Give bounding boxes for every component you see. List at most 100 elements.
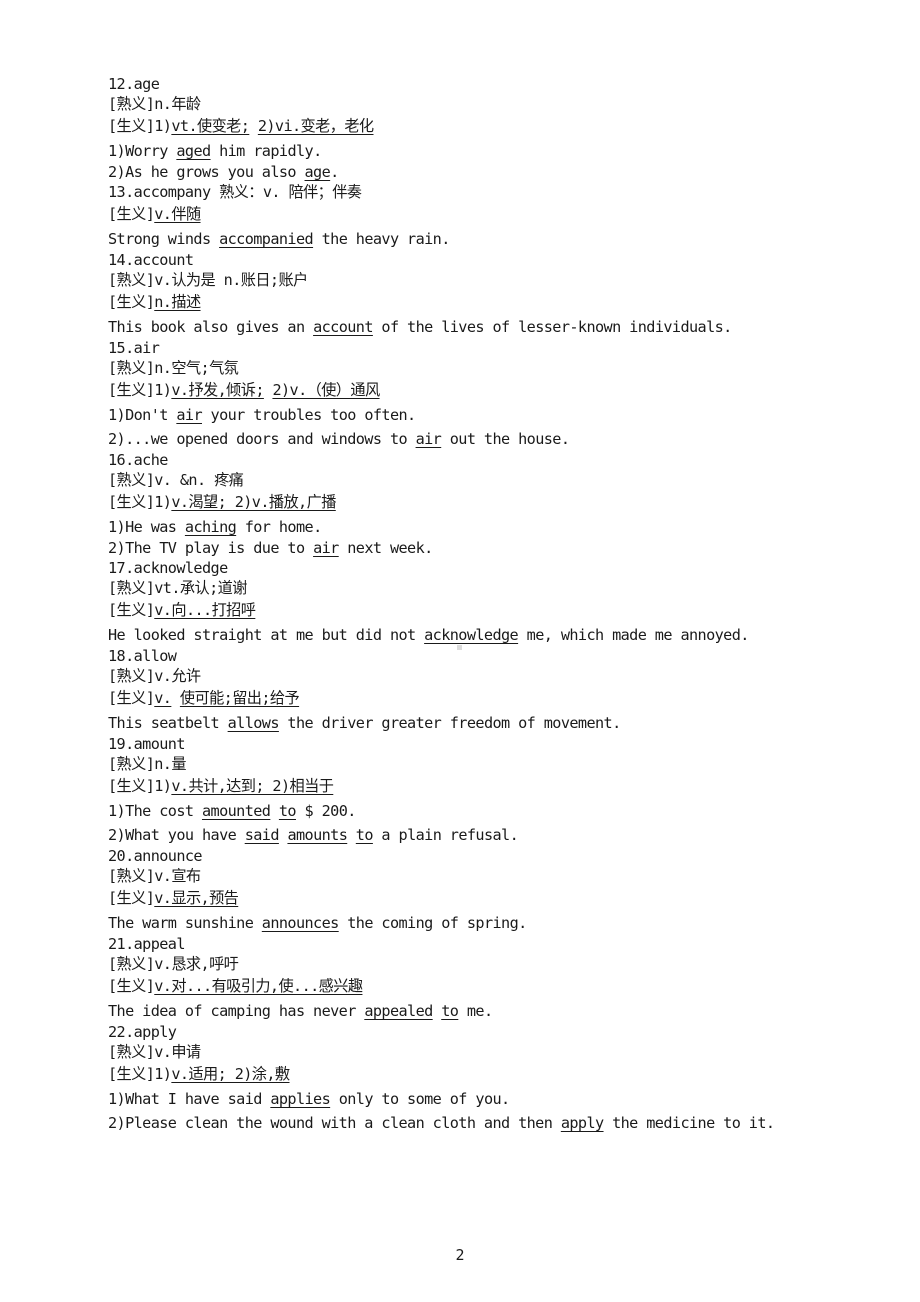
entry-line: 16.ache bbox=[108, 450, 848, 470]
entry-line: 19.amount bbox=[108, 734, 848, 754]
text-segment: me. bbox=[458, 1002, 493, 1020]
underlined-text: applies bbox=[270, 1090, 331, 1108]
text-segment: . bbox=[330, 163, 339, 181]
text-segment: Strong winds bbox=[108, 230, 220, 248]
underlined-text: aching bbox=[184, 518, 237, 536]
text-segment: 17.acknowledge bbox=[108, 559, 228, 577]
text-segment: 2)...we opened doors and windows to bbox=[108, 430, 416, 448]
example-sentence: 1)Worry aged him rapidly. bbox=[108, 138, 848, 162]
text-segment: [熟义]n.量 bbox=[108, 755, 187, 773]
underlined-text: v.共计,达到; 2)相当于 bbox=[171, 777, 334, 795]
underlined-text: to bbox=[278, 802, 297, 820]
text-segment: 14.account bbox=[108, 251, 194, 269]
new-meaning-line: [生义]n.描述 bbox=[108, 290, 848, 314]
entry-line: 17.acknowledge bbox=[108, 558, 848, 578]
text-segment: [熟义]v. &n. 疼痛 bbox=[108, 471, 244, 489]
text-segment: [生义] bbox=[108, 601, 155, 619]
entry-line: [熟义]n.量 bbox=[108, 754, 848, 774]
text-segment: 16.ache bbox=[108, 451, 168, 469]
underlined-text: v.对...有吸引力,使...感兴趣 bbox=[154, 977, 363, 995]
underlined-text: amounted bbox=[201, 802, 271, 820]
entry-line: [熟义]n.年龄 bbox=[108, 94, 848, 114]
text-segment: the driver greater freedom of movement. bbox=[278, 714, 621, 732]
new-meaning-line: [生义]v.伴随 bbox=[108, 202, 848, 226]
example-sentence: 1)He was aching for home. bbox=[108, 514, 848, 538]
underlined-text: 2)vi.变老，老化 bbox=[257, 117, 374, 135]
text-segment: out the house. bbox=[441, 430, 570, 448]
underlined-text: acknowledge bbox=[424, 626, 519, 644]
entry-line: 12.age bbox=[108, 74, 848, 94]
text-segment: 20.announce bbox=[108, 847, 203, 865]
example-sentence: He looked straight at me but did not ack… bbox=[108, 622, 848, 646]
underlined-text: 使可能;留出;给予 bbox=[179, 689, 300, 707]
example-sentence: 2)Please clean the wound with a clean cl… bbox=[108, 1110, 848, 1134]
underlined-text: account bbox=[313, 318, 373, 336]
text-segment: This seatbelt bbox=[108, 714, 228, 732]
text-segment: 1)What I have said bbox=[108, 1090, 271, 1108]
text-segment: [熟义]n.空气;气氛 bbox=[108, 359, 239, 377]
example-sentence: 1)Don't air your troubles too often. bbox=[108, 402, 848, 426]
entry-line: [熟义]vt.承认;道谢 bbox=[108, 578, 848, 598]
text-segment bbox=[270, 802, 279, 820]
entry-line: [熟义]v.恳求,呼吁 bbox=[108, 954, 848, 974]
text-segment bbox=[347, 826, 356, 844]
new-meaning-line: [生义]v. 使可能;留出;给予 bbox=[108, 686, 848, 710]
underlined-text: air bbox=[415, 430, 442, 448]
text-segment: 2)What you have bbox=[108, 826, 245, 844]
underlined-text: said bbox=[244, 826, 280, 844]
text-segment: 15.air bbox=[108, 339, 160, 357]
text-segment: [生义] bbox=[108, 889, 155, 907]
new-meaning-line: [生义]v.对...有吸引力,使...感兴趣 bbox=[108, 974, 848, 998]
text-segment: [熟义]v.允许 bbox=[108, 667, 201, 685]
text-segment: The idea of camping has never bbox=[108, 1002, 365, 1020]
entry-line: 2)The TV play is due to air next week. bbox=[108, 538, 848, 558]
text-segment: 13.accompany 熟义：v. 陪伴；伴奏 bbox=[108, 183, 362, 201]
text-segment: the coming of spring. bbox=[338, 914, 527, 932]
underlined-text: allows bbox=[227, 714, 280, 732]
text-segment: 2)As he grows you also bbox=[108, 163, 305, 181]
new-meaning-line: [生义]1)v.共计,达到; 2)相当于 bbox=[108, 774, 848, 798]
text-segment: He looked straight at me but did not bbox=[108, 626, 425, 644]
entry-line: 14.account bbox=[108, 250, 848, 270]
text-segment: 18.allow bbox=[108, 647, 177, 665]
entry-line: 22.apply bbox=[108, 1022, 848, 1042]
underlined-text: v.伴随 bbox=[154, 205, 201, 223]
new-meaning-line: [生义]1)v.抒发,倾诉; 2)v.（使）通风 bbox=[108, 378, 848, 402]
text-segment: your troubles too often. bbox=[202, 406, 417, 424]
entry-line: [熟义]v.认为是 n.账日;账户 bbox=[108, 270, 848, 290]
text-segment: [生义]1) bbox=[108, 1065, 172, 1083]
text-segment: [熟义]v.宣布 bbox=[108, 867, 201, 885]
underlined-text: v. bbox=[154, 689, 172, 707]
text-segment: 1)Don't bbox=[108, 406, 177, 424]
new-meaning-line: [生义]v.向...打招呼 bbox=[108, 598, 848, 622]
text-segment: [生义]1) bbox=[108, 777, 172, 795]
text-segment: only to some of you. bbox=[330, 1090, 510, 1108]
text-segment bbox=[249, 117, 258, 135]
text-segment: [生义]1) bbox=[108, 493, 172, 511]
text-segment: 2)Please clean the wound with a clean cl… bbox=[108, 1114, 561, 1132]
example-sentence: 2)What you have said amounts to a plain … bbox=[108, 822, 848, 846]
text-segment: 12.age bbox=[108, 75, 160, 93]
underlined-text: n.描述 bbox=[154, 293, 201, 311]
entry-line: [熟义]n.空气;气氛 bbox=[108, 358, 848, 378]
text-segment: [熟义]n.年龄 bbox=[108, 95, 201, 113]
text-segment: 22.apply bbox=[108, 1023, 177, 1041]
example-sentence: This seatbelt allows the driver greater … bbox=[108, 710, 848, 734]
text-segment bbox=[433, 1002, 442, 1020]
example-sentence: 1)What I have said applies only to some … bbox=[108, 1086, 848, 1110]
text-segment: The warm sunshine bbox=[108, 914, 262, 932]
text-segment: [熟义]vt.承认;道谢 bbox=[108, 579, 247, 597]
text-segment: 1)The cost bbox=[108, 802, 202, 820]
example-sentence: 1)The cost amounted to $ 200. bbox=[108, 798, 848, 822]
text-segment: 1)Worry bbox=[108, 142, 177, 160]
underlined-text: air bbox=[313, 539, 339, 557]
underlined-text: to bbox=[441, 1002, 459, 1020]
underlined-text: apply bbox=[560, 1114, 604, 1132]
underlined-text: v.向...打招呼 bbox=[154, 601, 256, 619]
text-segment: [生义]1) bbox=[108, 381, 172, 399]
text-segment: [生义] bbox=[108, 293, 155, 311]
example-sentence: The idea of camping has never appealed t… bbox=[108, 998, 848, 1022]
entry-line: 20.announce bbox=[108, 846, 848, 866]
text-segment: 2)The TV play is due to bbox=[108, 539, 314, 557]
entry-line: [熟义]v.申请 bbox=[108, 1042, 848, 1062]
